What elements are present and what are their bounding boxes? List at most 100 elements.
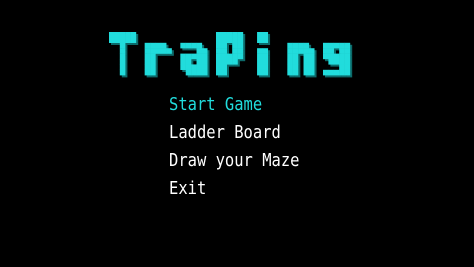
title-pixel <box>125 37 131 43</box>
title-pixel <box>262 64 269 70</box>
title-pixel <box>166 48 172 54</box>
game-title-screen: Start Game Ladder Board Draw your Maze E… <box>0 0 474 267</box>
title-pixel <box>185 59 192 65</box>
title-pixel <box>150 64 156 70</box>
title-pixel <box>303 59 310 65</box>
title-pixel <box>221 32 227 38</box>
title-pixel <box>215 48 222 54</box>
title-pixel <box>185 42 192 49</box>
title-pixel <box>119 53 126 60</box>
title-pixel <box>180 42 186 49</box>
title-pixel <box>287 69 293 76</box>
title-pixel <box>191 64 197 70</box>
title-pixel <box>196 59 203 65</box>
title-pixel <box>344 59 351 65</box>
title-pixel <box>144 59 151 65</box>
title-pixel <box>109 37 115 43</box>
menu-item-exit[interactable]: Exit <box>169 175 299 203</box>
title-pixel <box>185 64 192 70</box>
title-pixel <box>298 48 304 54</box>
title-pixel <box>308 48 315 54</box>
title-pixel <box>322 42 329 49</box>
title-pixel <box>232 37 238 43</box>
title-pixel <box>221 48 227 54</box>
title-pixel <box>257 53 263 60</box>
title-pixel <box>119 37 126 43</box>
menu-item-draw-your-maze[interactable]: Draw your Maze <box>169 147 299 175</box>
title-pixel <box>191 53 197 60</box>
title-pixel <box>144 69 151 76</box>
title-pixel <box>344 53 351 60</box>
title-pixel <box>180 59 186 65</box>
title-pixel <box>328 69 334 76</box>
title-pixel <box>215 53 222 60</box>
title-pixel <box>328 42 334 49</box>
title-pixel <box>322 53 329 60</box>
title-pixel <box>308 53 315 60</box>
title-pixel <box>196 64 203 70</box>
title-pixel <box>339 69 345 76</box>
title-pixel <box>196 42 203 49</box>
title-pixel <box>237 48 244 54</box>
title-pixel <box>109 32 115 38</box>
menu-item-ladder-board[interactable]: Ladder Board <box>169 119 299 147</box>
title-pixel <box>232 42 238 49</box>
title-pixel <box>287 53 293 60</box>
title-pixel <box>150 59 156 65</box>
title-pixel <box>308 64 315 70</box>
title-pixel <box>333 42 340 49</box>
title-pixel <box>160 48 167 54</box>
menu-item-start-game[interactable]: Start Game <box>169 91 299 119</box>
title-pixel <box>119 59 126 65</box>
title-pixel <box>262 48 269 54</box>
title-pixel <box>308 59 315 65</box>
title-pixel <box>262 32 269 38</box>
title-pixel <box>221 53 227 60</box>
title-pixel <box>144 48 151 54</box>
title-pixel <box>328 48 334 54</box>
title-pixel <box>215 69 222 76</box>
title-pixel <box>287 48 293 54</box>
title-pixel <box>180 53 186 60</box>
title-pixel <box>144 64 151 70</box>
title-pixel <box>344 69 351 76</box>
title-pixel <box>303 64 310 70</box>
title-pixel <box>221 37 227 43</box>
title-pixel <box>201 53 208 60</box>
title-pixel <box>114 32 120 38</box>
title-pixel <box>333 69 340 76</box>
title-pixel <box>196 69 203 76</box>
title-pixel <box>119 69 126 76</box>
title-pixel <box>292 42 299 49</box>
title-pixel <box>308 69 315 76</box>
title-pixel <box>150 53 156 60</box>
title-pixel <box>196 53 203 60</box>
title-pixel <box>215 37 222 43</box>
title-pixel <box>339 53 345 60</box>
title-pixel <box>339 48 345 54</box>
title-pixel <box>237 53 244 60</box>
title-pixel <box>150 69 156 76</box>
title-pixel <box>322 69 329 76</box>
title-pixel <box>287 42 293 49</box>
title-pixel <box>201 48 208 54</box>
title-pixel <box>144 53 151 60</box>
title-pixel <box>221 69 227 76</box>
title-pixel <box>344 42 351 49</box>
title-pixel <box>303 42 310 49</box>
title-pixel <box>119 64 126 70</box>
title-pixel <box>262 37 269 43</box>
title-pixel <box>298 42 304 49</box>
title-pixel <box>226 37 233 43</box>
title-pixel <box>180 64 186 70</box>
title-pixel <box>303 53 310 60</box>
title-pixel <box>237 37 244 43</box>
title-pixel <box>226 53 233 60</box>
title-pixel <box>215 59 222 65</box>
title-pixel <box>292 69 299 76</box>
title-pixel <box>287 59 293 65</box>
title-pixel <box>292 59 299 65</box>
title-pixel <box>339 42 345 49</box>
title-pixel <box>262 69 269 76</box>
title-pixel <box>221 59 227 65</box>
